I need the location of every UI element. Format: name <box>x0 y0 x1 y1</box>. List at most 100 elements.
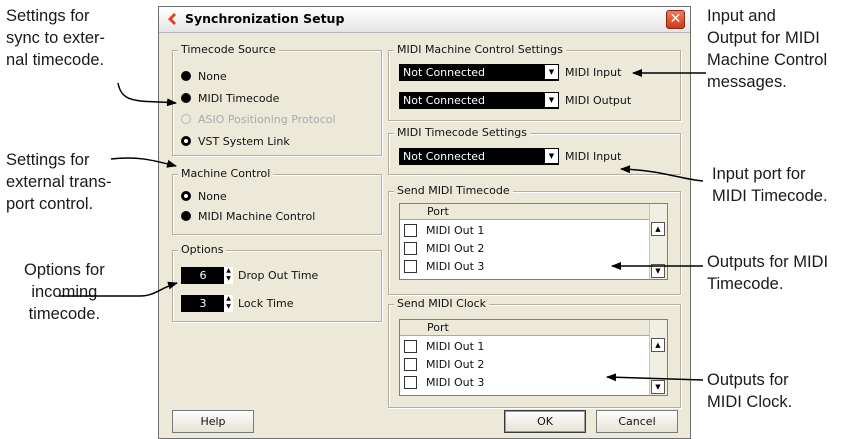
radio-indicator[interactable] <box>181 211 191 221</box>
mtc-settings-group: MIDI Timecode Settings Not Connected ▼ M… <box>388 126 681 175</box>
annotation-line: Settings for <box>6 7 90 25</box>
send-clock-group: Send MIDI Clock Port MIDI Out 1 MIDI Out… <box>388 297 681 408</box>
radio-timecode-none[interactable]: None <box>181 69 227 83</box>
radio-machine-control-none[interactable]: None <box>181 189 227 203</box>
spinner-arrows-icon[interactable]: ▲ ▼ <box>223 295 233 312</box>
scroll-down-icon[interactable]: ▼ <box>651 264 665 278</box>
list-item[interactable]: MIDI Out 1 <box>404 338 484 354</box>
port-checkbox[interactable] <box>404 241 417 255</box>
radio-indicator[interactable] <box>181 136 191 146</box>
app-logo-icon <box>168 13 176 25</box>
radio-vst-system-link[interactable]: VST System Link <box>181 134 290 148</box>
mmc-settings-legend: MIDI Machine Control Settings <box>394 43 566 56</box>
radio-label: MIDI Timecode <box>198 91 280 105</box>
annotation-line: MIDI Timecode. <box>712 187 828 205</box>
drop-out-time-label: Drop Out Time <box>238 269 319 282</box>
radio-midi-timecode[interactable]: MIDI Timecode <box>181 91 279 105</box>
radio-indicator[interactable] <box>181 93 191 103</box>
radio-midi-machine-control[interactable]: MIDI Machine Control <box>181 209 315 223</box>
list-item[interactable]: MIDI Out 2 <box>404 356 484 372</box>
radio-indicator[interactable] <box>181 191 191 201</box>
port-label: MIDI Out 1 <box>426 339 485 353</box>
ok-button[interactable]: OK <box>504 410 586 433</box>
port-label: MIDI Out 3 <box>426 375 485 389</box>
annotation-mtc-outputs: Outputs for MIDI Timecode. <box>707 251 828 295</box>
send-mtc-port-list[interactable]: Port MIDI Out 1 MIDI Out 2 MIDI Out 3 ▲ … <box>399 203 668 280</box>
port-label: MIDI Out 2 <box>426 241 485 255</box>
port-checkbox[interactable] <box>404 357 417 371</box>
annotation-line: Input and <box>707 7 776 25</box>
annotation-line: external trans- <box>6 173 112 191</box>
annotation-line: Settings for <box>6 151 90 169</box>
port-column-header[interactable]: Port <box>400 320 650 336</box>
vertical-scrollbar[interactable]: ▲ ▼ <box>649 204 667 279</box>
annotation-line: timecode. <box>28 305 101 323</box>
annotation-transport-settings: Settings for external trans- port contro… <box>6 149 111 215</box>
annotation-line: Machine Control <box>707 51 828 69</box>
list-item[interactable]: MIDI Out 2 <box>404 240 484 256</box>
options-group: Options 6 ▲ ▼ Drop Out Time 3 ▲ ▼ Lock Tim… <box>172 243 382 322</box>
port-checkbox[interactable] <box>404 339 417 353</box>
vertical-scrollbar[interactable]: ▲ ▼ <box>649 320 667 395</box>
annotation-mmc-io: Input and Output for MIDI Machine Contro… <box>707 5 827 93</box>
mmc-output-label: MIDI Output <box>565 94 632 107</box>
mtc-input-label: MIDI Input <box>565 150 622 163</box>
annotation-mtc-input: Input port for MIDI Timecode. <box>712 163 828 207</box>
port-column-header[interactable]: Port <box>400 204 650 220</box>
help-button[interactable]: Help <box>172 410 254 433</box>
timecode-source-legend: Timecode Source <box>178 43 279 56</box>
list-item[interactable]: MIDI Out 3 <box>404 258 484 274</box>
machine-control-group: Machine Control None MIDI Machine Contro… <box>172 167 382 235</box>
mmc-input-label: MIDI Input <box>565 66 622 79</box>
scroll-down-icon[interactable]: ▼ <box>651 380 665 394</box>
chevron-down-icon[interactable]: ▼ <box>545 65 558 79</box>
port-checkbox[interactable] <box>404 375 417 389</box>
annotation-line: Timecode. <box>707 275 784 293</box>
send-mtc-legend: Send MIDI Timecode <box>394 184 513 197</box>
port-label: MIDI Out 2 <box>426 357 485 371</box>
annotation-line: Output for MIDI <box>707 29 820 47</box>
annotation-line: incoming <box>31 283 98 301</box>
annotation-line: nal timecode. <box>6 51 105 69</box>
port-label: MIDI Out 3 <box>426 259 485 273</box>
annotation-clock-outputs: Outputs for MIDI Clock. <box>707 369 792 413</box>
select-value: Not Connected <box>403 94 486 107</box>
annotation-line: Outputs for <box>707 371 789 389</box>
mmc-output-select[interactable]: Not Connected ▼ <box>399 92 559 109</box>
radio-asio-positioning-protocol: ASIO Positioning Protocol <box>181 112 336 126</box>
port-column-label: Port <box>427 205 449 218</box>
scroll-up-icon[interactable]: ▲ <box>651 222 665 236</box>
spinner-value: 6 <box>199 269 207 282</box>
port-checkbox[interactable] <box>404 259 417 273</box>
title-bar[interactable]: Synchronization Setup ✕ <box>159 7 690 33</box>
annotation-sync-settings: Settings for sync to exter- nal timecode… <box>6 5 105 71</box>
annotation-line: Outputs for MIDI <box>707 253 829 271</box>
cancel-button[interactable]: Cancel <box>596 410 678 433</box>
lock-time-spinner[interactable]: 3 ▲ ▼ <box>181 295 233 312</box>
mmc-input-select[interactable]: Not Connected ▼ <box>399 64 559 81</box>
list-item[interactable]: MIDI Out 1 <box>404 222 484 238</box>
port-checkbox[interactable] <box>404 223 417 237</box>
synchronization-setup-dialog: Synchronization Setup ✕ Timecode Source … <box>158 6 691 439</box>
spinner-value: 3 <box>199 297 207 310</box>
mtc-settings-legend: MIDI Timecode Settings <box>394 126 531 139</box>
radio-label: VST System Link <box>198 134 290 148</box>
drop-out-time-spinner[interactable]: 6 ▲ ▼ <box>181 267 233 284</box>
options-legend: Options <box>178 243 227 256</box>
list-item[interactable]: MIDI Out 3 <box>404 374 484 390</box>
timecode-source-group: Timecode Source None MIDI Timecode ASIO … <box>172 43 382 156</box>
mtc-input-select[interactable]: Not Connected ▼ <box>399 148 559 165</box>
close-button[interactable]: ✕ <box>666 10 685 29</box>
chevron-down-icon[interactable]: ▼ <box>545 93 558 107</box>
spinner-arrows-icon[interactable]: ▲ ▼ <box>223 267 233 284</box>
lock-time-label: Lock Time <box>238 297 294 310</box>
dialog-title: Synchronization Setup <box>185 11 345 26</box>
radio-indicator[interactable] <box>181 71 191 81</box>
scroll-up-icon[interactable]: ▲ <box>651 338 665 352</box>
chevron-down-icon[interactable]: ▼ <box>545 149 558 163</box>
select-value: Not Connected <box>403 150 486 163</box>
send-clock-port-list[interactable]: Port MIDI Out 1 MIDI Out 2 MIDI Out 3 ▲ … <box>399 319 668 396</box>
port-column-label: Port <box>427 321 449 334</box>
annotation-line: Options for <box>24 261 105 279</box>
annotation-options: Options for incoming timecode. <box>24 259 105 325</box>
